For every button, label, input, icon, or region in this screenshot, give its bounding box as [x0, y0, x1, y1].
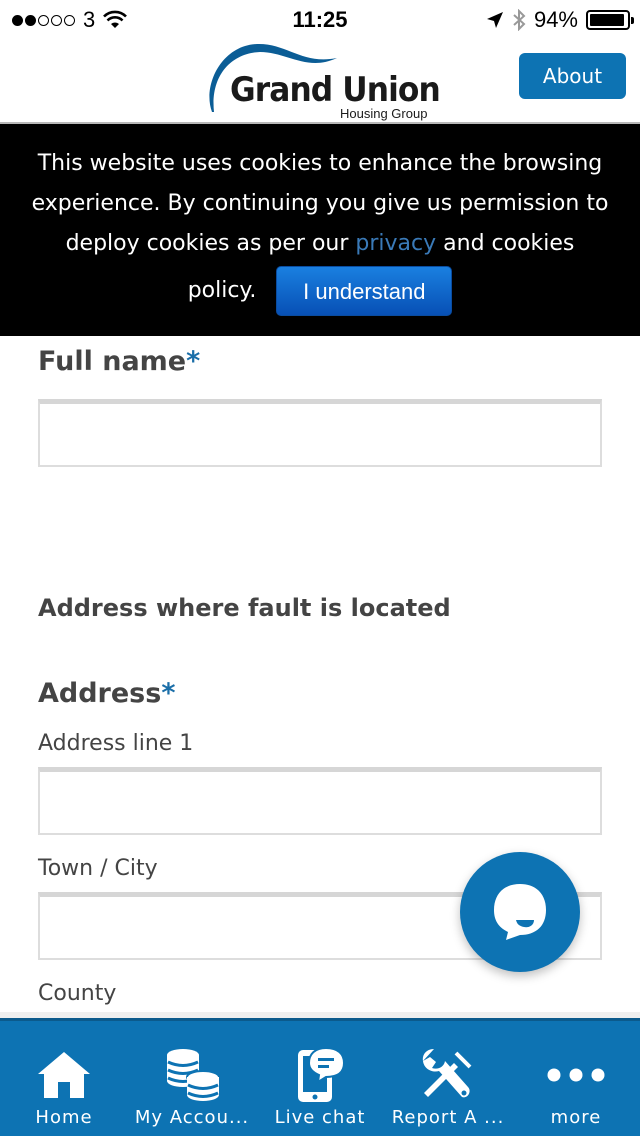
status-bar: 3 11:25 94%	[0, 0, 640, 40]
more-icon	[547, 1068, 605, 1082]
address-section-heading: Address where fault is located	[38, 594, 451, 622]
i-understand-button[interactable]: I understand	[276, 266, 453, 316]
tools-icon	[422, 1049, 472, 1098]
town-city-label: Town / City	[38, 856, 158, 881]
phone-chat-icon	[298, 1046, 346, 1102]
required-asterisk: *	[161, 678, 176, 709]
tab-home[interactable]: Home	[0, 1021, 128, 1136]
site-header: Grand Union Housing Group About	[0, 40, 640, 124]
home-icon	[38, 1052, 90, 1098]
grand-union-logo[interactable]: Grand Union Housing Group	[202, 40, 442, 122]
tab-report-a-repair[interactable]: Report A ...	[384, 1021, 512, 1136]
required-asterisk: *	[186, 346, 201, 377]
address-line1-input[interactable]	[38, 767, 602, 835]
tab-label: Report A ...	[391, 1107, 505, 1128]
battery-percent: 94%	[533, 7, 578, 32]
privacy-link[interactable]: privacy	[355, 231, 436, 256]
bluetooth-icon	[513, 9, 526, 31]
bottom-tab-bar: Home My Accou... Live chat Report A ... …	[0, 1018, 640, 1136]
tab-label: My Accou...	[134, 1107, 250, 1128]
chat-fab-button[interactable]	[460, 852, 580, 972]
tab-my-account[interactable]: My Accou...	[128, 1021, 256, 1136]
tab-label: Live chat	[274, 1107, 366, 1128]
address-line1-label: Address line 1	[38, 731, 194, 756]
logo-title: Grand Union	[230, 70, 441, 110]
address-label: Address*	[38, 678, 176, 709]
location-arrow-icon	[486, 12, 503, 28]
tab-label: more	[550, 1107, 602, 1128]
logo-subtitle: Housing Group	[340, 106, 428, 121]
cookie-message: This website uses cookies to enhance the…	[14, 144, 626, 264]
chat-bubble-icon	[494, 884, 546, 940]
cookie-text-after: and cookies	[436, 231, 575, 256]
cookie-text-policy: policy.	[187, 278, 257, 303]
full-name-input[interactable]	[38, 399, 602, 467]
full-name-label: Full name*	[38, 346, 201, 377]
cookie-banner: This website uses cookies to enhance the…	[0, 124, 640, 336]
county-label: County	[38, 981, 117, 1006]
tab-live-chat[interactable]: Live chat	[256, 1021, 384, 1136]
status-bar-right: 94%	[486, 7, 634, 33]
tab-more[interactable]: more	[512, 1021, 640, 1136]
coins-icon	[167, 1049, 220, 1101]
cookie-last-line: policy. I understand	[188, 266, 453, 316]
battery-icon	[586, 10, 634, 30]
about-button[interactable]: About	[519, 53, 626, 99]
tab-label: Home	[35, 1107, 93, 1128]
